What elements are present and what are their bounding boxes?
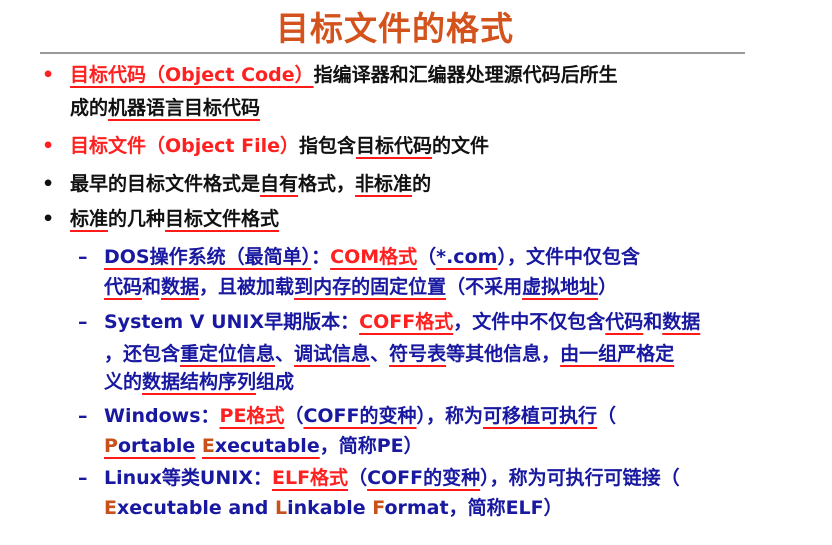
text-segment: （ (284, 405, 304, 427)
text-segment: ），称为可执行可链接（ (480, 467, 680, 489)
sub-bullet-marker: – (78, 467, 88, 489)
text-segment: F (372, 497, 385, 519)
text-segment: ormat，简称ELF） (384, 497, 563, 519)
title-divider (40, 52, 745, 54)
text-segment: 义的 (104, 371, 143, 393)
text-segment: E (104, 497, 117, 519)
bullet-line: DOS操作系统（最简单）：COM格式（*.com），文件中仅包含 (104, 245, 640, 269)
text-segment: （ (348, 467, 368, 489)
annotated-text: xecutable (214, 435, 320, 457)
text-segment: ，还包含 (104, 343, 181, 365)
annotated-text: E (201, 435, 215, 457)
bullet-line: Executable and Linkable Format，简称ELF） (104, 496, 563, 520)
text-segment: xecutable and (116, 497, 275, 519)
text-segment: 成的 (70, 97, 109, 119)
text-segment: System V UNIX早期版本： (104, 311, 360, 333)
annotated-text: *.com (436, 246, 498, 268)
text-segment: 目标文件（Object File） (70, 135, 300, 157)
slide-title: 目标文件的格式 (276, 9, 514, 48)
text-segment: ： (311, 246, 331, 268)
annotated-text: PE格式 (219, 405, 285, 427)
bullet-line: 代码和数据，且被加载到内存的固定位置（不采用虚拟地址） (104, 275, 617, 299)
bullet-line: 目标代码（Object Code）指编译器和汇编器处理源代码后所生 (70, 63, 618, 87)
bullet-marker: • (42, 173, 55, 195)
text-segment: 和 (643, 311, 663, 333)
bullet-line: 最早的目标文件格式是自有格式，非标准的 (70, 172, 431, 196)
bullet-line: 义的数据结构序列组成 (104, 370, 294, 394)
text-segment: （不采用 (446, 276, 523, 298)
annotated-text: ELF格式 (271, 467, 349, 489)
text-segment: （ (417, 246, 437, 268)
annotated-text: 非标准 (355, 173, 413, 195)
bullet-marker: • (42, 64, 55, 86)
text-segment: 、 (370, 343, 390, 365)
annotated-text: 目标代码（Object Code） (70, 64, 314, 86)
annotated-text: COFF的变种 (367, 467, 481, 489)
annotated-text: 自有 (260, 173, 299, 195)
text-segment: Windows： (104, 405, 220, 427)
annotated-text: COFF格式 (359, 311, 454, 333)
sub-bullet-marker: – (78, 405, 88, 427)
text-segment (195, 435, 202, 457)
text-segment: 指包含 (299, 135, 357, 157)
text-segment: 的 (412, 173, 432, 195)
annotated-text: 目标代码 (356, 135, 433, 157)
text-segment: Linux等类UNIX： (104, 467, 272, 489)
text-segment: 格式， (298, 173, 356, 195)
annotated-text: 代码 (605, 311, 644, 333)
text-segment: 的几种 (108, 208, 166, 230)
bullet-marker: • (42, 208, 55, 230)
annotated-text: COFF的变种 (303, 405, 417, 427)
annotated-text: 重定位信息 (180, 343, 276, 365)
annotated-text: 标准 (70, 208, 109, 230)
text-segment: （ (597, 405, 617, 427)
annotated-text: P (104, 435, 118, 457)
bullet-line: Linux等类UNIX：ELF格式（COFF的变种），称为可执行可链接（ (104, 466, 680, 490)
text-segment: ），称为 (416, 405, 484, 427)
bullet-line: 成的机器语言目标代码 (70, 96, 260, 120)
annotated-text: 数据 (662, 311, 701, 333)
text-segment: 的文件 (432, 135, 490, 157)
bullet-line: 标准的几种目标文件格式 (70, 207, 279, 231)
bullet-line: System V UNIX早期版本：COFF格式，文件中不仅包含代码和数据 (104, 310, 700, 334)
annotated-text: 调试信息 (294, 343, 371, 365)
annotated-text: 虚拟地址 (522, 276, 599, 298)
bullet-line: Windows：PE格式（COFF的变种），称为可移植可执行（ (104, 404, 616, 428)
annotated-text: 符号表 (389, 343, 447, 365)
text-segment: inkable (287, 497, 373, 519)
text-segment: 和 (142, 276, 162, 298)
bullet-line: 目标文件（Object File）指包含目标代码的文件 (70, 134, 489, 158)
annotated-text: 机器语言目标代码 (108, 97, 261, 119)
sub-bullet-marker: – (78, 311, 88, 333)
text-segment: ），文件中仅包含 (497, 246, 640, 268)
annotated-text: DOS操作系统（最简单） (104, 246, 312, 268)
sub-bullet-marker: – (78, 246, 88, 268)
text-segment: 指编译器和汇编器处理源代码后所生 (313, 64, 618, 86)
annotated-text: 代码 (104, 276, 143, 298)
annotated-text: COM格式 (330, 246, 418, 268)
text-segment: 等其他信息， (446, 343, 561, 365)
text-segment: ，且被加载 (199, 276, 295, 298)
text-segment: ，简称PE） (319, 435, 423, 457)
annotated-text: 目标文件格式 (165, 208, 280, 230)
text-segment: ，文件中不仅包含 (453, 311, 606, 333)
annotated-text: 到内存的固定位置 (294, 276, 447, 298)
annotated-text: ortable (117, 435, 196, 457)
annotated-text: 数据 (161, 276, 200, 298)
bullet-line: Portable Executable，简称PE） (104, 434, 423, 458)
bullet-marker: • (42, 135, 55, 157)
text-segment: 、 (275, 343, 295, 365)
annotated-text: 可移植可执行 (483, 405, 598, 427)
text-segment: L (275, 497, 288, 519)
bullet-line: ，还包含重定位信息、调试信息、符号表等其他信息，由一组严格定 (104, 342, 674, 366)
text-segment: 最早的目标文件格式是 (70, 173, 261, 195)
annotated-text: 数据结构序列 (142, 371, 257, 393)
text-segment: ） (598, 276, 618, 298)
text-segment: 组成 (256, 371, 295, 393)
annotated-text: 由一组严格定 (560, 343, 675, 365)
